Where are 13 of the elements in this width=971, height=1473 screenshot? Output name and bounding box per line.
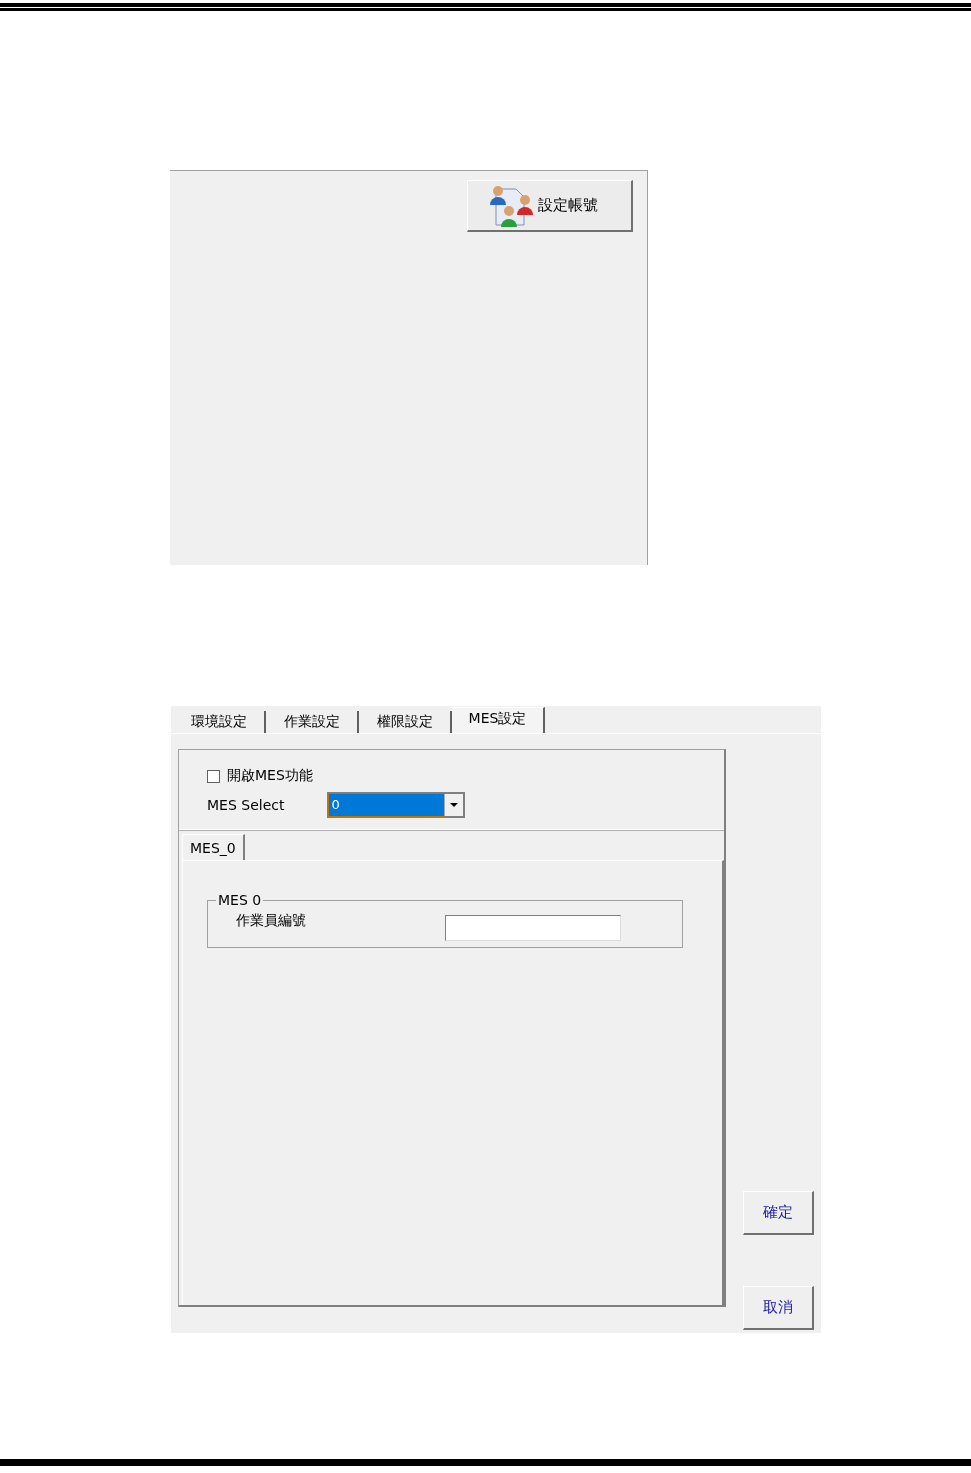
operator-id-field[interactable] <box>445 915 621 941</box>
mes-select-dropdown[interactable]: 0 <box>327 792 466 818</box>
group-title: MES 0 <box>216 892 264 908</box>
field-label: 作業員編號 <box>236 912 307 930</box>
field-label: MES Select <box>207 797 285 813</box>
tab[interactable]: MES_0 <box>182 834 245 860</box>
dialog-button[interactable]: 確定 <box>743 1191 814 1235</box>
dialog-button[interactable]: 取消 <box>743 1286 814 1330</box>
set-account-button[interactable]: 設定帳號 <box>467 180 633 232</box>
checkbox-label: 開啟MES功能 <box>227 767 313 785</box>
dropdown-arrow-icon <box>450 803 459 807</box>
tab[interactable]: MES設定 <box>452 707 545 733</box>
checkbox[interactable] <box>207 769 220 783</box>
